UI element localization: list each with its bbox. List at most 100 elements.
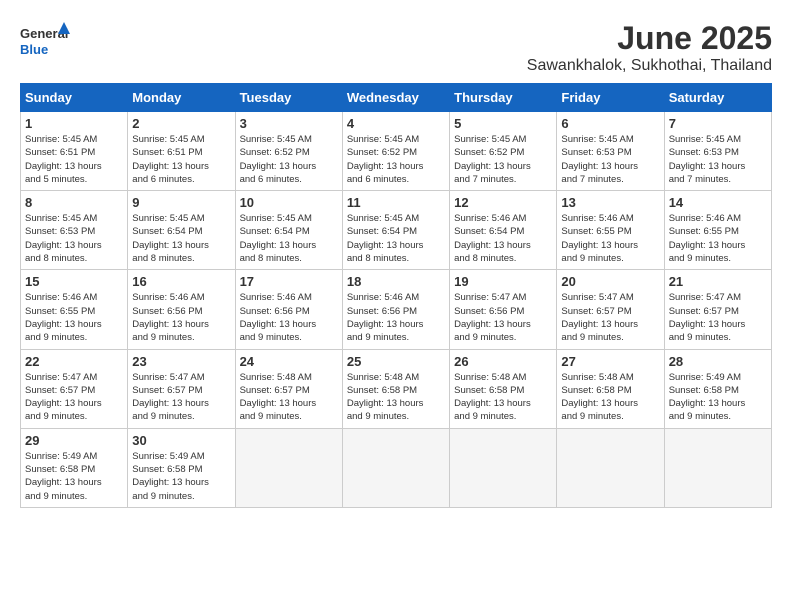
cell-info: Sunrise: 5:46 AM Sunset: 6:55 PM Dayligh… bbox=[25, 291, 123, 344]
week-row-2: 8 Sunrise: 5:45 AM Sunset: 6:53 PM Daylig… bbox=[21, 191, 772, 270]
cal-cell bbox=[557, 428, 664, 507]
cell-info: Sunrise: 5:46 AM Sunset: 6:56 PM Dayligh… bbox=[347, 291, 445, 344]
cell-info: Sunrise: 5:48 AM Sunset: 6:58 PM Dayligh… bbox=[347, 371, 445, 424]
cell-info: Sunrise: 5:49 AM Sunset: 6:58 PM Dayligh… bbox=[669, 371, 767, 424]
day-number: 4 bbox=[347, 116, 445, 131]
day-number: 10 bbox=[240, 195, 338, 210]
day-number: 18 bbox=[347, 274, 445, 289]
day-number: 15 bbox=[25, 274, 123, 289]
calendar-title: June 2025 bbox=[527, 20, 772, 57]
cal-cell: 13 Sunrise: 5:46 AM Sunset: 6:55 PM Dayli… bbox=[557, 191, 664, 270]
week-row-5: 29 Sunrise: 5:49 AM Sunset: 6:58 PM Dayli… bbox=[21, 428, 772, 507]
cal-cell: 16 Sunrise: 5:46 AM Sunset: 6:56 PM Dayli… bbox=[128, 270, 235, 349]
cell-info: Sunrise: 5:45 AM Sunset: 6:54 PM Dayligh… bbox=[347, 212, 445, 265]
cell-info: Sunrise: 5:48 AM Sunset: 6:57 PM Dayligh… bbox=[240, 371, 338, 424]
day-number: 2 bbox=[132, 116, 230, 131]
cal-cell: 9Sunrise: 5:45 AM Sunset: 6:54 PM Daylig… bbox=[128, 191, 235, 270]
cell-info: Sunrise: 5:45 AM Sunset: 6:51 PM Dayligh… bbox=[25, 133, 123, 186]
cell-info: Sunrise: 5:47 AM Sunset: 6:57 PM Dayligh… bbox=[25, 371, 123, 424]
cell-info: Sunrise: 5:46 AM Sunset: 6:56 PM Dayligh… bbox=[240, 291, 338, 344]
cell-info: Sunrise: 5:47 AM Sunset: 6:57 PM Dayligh… bbox=[669, 291, 767, 344]
cell-info: Sunrise: 5:47 AM Sunset: 6:57 PM Dayligh… bbox=[561, 291, 659, 344]
day-header-friday: Friday bbox=[557, 84, 664, 112]
day-number: 23 bbox=[132, 354, 230, 369]
cal-cell bbox=[342, 428, 449, 507]
cal-cell: 21 Sunrise: 5:47 AM Sunset: 6:57 PM Dayli… bbox=[664, 270, 771, 349]
cal-cell: 4 Sunrise: 5:45 AM Sunset: 6:52 PM Daylig… bbox=[342, 112, 449, 191]
cal-cell bbox=[450, 428, 557, 507]
cal-cell bbox=[664, 428, 771, 507]
calendar-table: SundayMondayTuesdayWednesdayThursdayFrid… bbox=[20, 83, 772, 508]
cell-info: Sunrise: 5:47 AM Sunset: 6:57 PM Dayligh… bbox=[132, 371, 230, 424]
day-number: 19 bbox=[454, 274, 552, 289]
day-number: 1 bbox=[25, 116, 123, 131]
day-number: 24 bbox=[240, 354, 338, 369]
cell-info: Sunrise: 5:49 AM Sunset: 6:58 PM Dayligh… bbox=[25, 450, 123, 503]
title-area: June 2025 Sawankhalok, Sukhothai, Thaila… bbox=[527, 20, 772, 75]
cell-info: Sunrise: 5:45 AM Sunset: 6:54 PM Dayligh… bbox=[240, 212, 338, 265]
day-number: 6 bbox=[561, 116, 659, 131]
calendar-subtitle: Sawankhalok, Sukhothai, Thailand bbox=[527, 57, 772, 75]
day-number: 13 bbox=[561, 195, 659, 210]
cell-info: Sunrise: 5:45 AM Sunset: 6:51 PM Dayligh… bbox=[132, 133, 230, 186]
day-number: 21 bbox=[669, 274, 767, 289]
day-number: 9 bbox=[132, 195, 230, 210]
cal-cell: 30 Sunrise: 5:49 AM Sunset: 6:58 PM Dayli… bbox=[128, 428, 235, 507]
cal-cell: 2 Sunrise: 5:45 AM Sunset: 6:51 PM Daylig… bbox=[128, 112, 235, 191]
cell-info: Sunrise: 5:46 AM Sunset: 6:56 PM Dayligh… bbox=[132, 291, 230, 344]
cell-info: Sunrise: 5:46 AM Sunset: 6:55 PM Dayligh… bbox=[669, 212, 767, 265]
cal-cell: 19 Sunrise: 5:47 AM Sunset: 6:56 PM Dayli… bbox=[450, 270, 557, 349]
cal-cell: 15 Sunrise: 5:46 AM Sunset: 6:55 PM Dayli… bbox=[21, 270, 128, 349]
day-number: 8 bbox=[25, 195, 123, 210]
cal-cell: 27Sunrise: 5:48 AM Sunset: 6:58 PM Dayli… bbox=[557, 349, 664, 428]
cell-info: Sunrise: 5:47 AM Sunset: 6:56 PM Dayligh… bbox=[454, 291, 552, 344]
day-header-monday: Monday bbox=[128, 84, 235, 112]
cell-info: Sunrise: 5:46 AM Sunset: 6:55 PM Dayligh… bbox=[561, 212, 659, 265]
cal-cell bbox=[235, 428, 342, 507]
cal-cell: 24 Sunrise: 5:48 AM Sunset: 6:57 PM Dayli… bbox=[235, 349, 342, 428]
day-number: 11 bbox=[347, 195, 445, 210]
day-header-row: SundayMondayTuesdayWednesdayThursdayFrid… bbox=[21, 84, 772, 112]
week-row-1: 1 Sunrise: 5:45 AM Sunset: 6:51 PM Daylig… bbox=[21, 112, 772, 191]
cell-info: Sunrise: 5:46 AM Sunset: 6:54 PM Dayligh… bbox=[454, 212, 552, 265]
cal-cell: 28Sunrise: 5:49 AM Sunset: 6:58 PM Dayli… bbox=[664, 349, 771, 428]
cell-info: Sunrise: 5:45 AM Sunset: 6:52 PM Dayligh… bbox=[347, 133, 445, 186]
cal-cell: 12 Sunrise: 5:46 AM Sunset: 6:54 PM Dayli… bbox=[450, 191, 557, 270]
day-number: 29 bbox=[25, 433, 123, 448]
day-number: 7 bbox=[669, 116, 767, 131]
cell-info: Sunrise: 5:49 AM Sunset: 6:58 PM Dayligh… bbox=[132, 450, 230, 503]
logo: General Blue bbox=[20, 20, 70, 65]
svg-text:Blue: Blue bbox=[20, 42, 48, 57]
cal-cell: 22Sunrise: 5:47 AM Sunset: 6:57 PM Dayli… bbox=[21, 349, 128, 428]
week-row-4: 22Sunrise: 5:47 AM Sunset: 6:57 PM Dayli… bbox=[21, 349, 772, 428]
cal-cell: 11 Sunrise: 5:45 AM Sunset: 6:54 PM Dayli… bbox=[342, 191, 449, 270]
day-header-saturday: Saturday bbox=[664, 84, 771, 112]
day-header-thursday: Thursday bbox=[450, 84, 557, 112]
cell-info: Sunrise: 5:48 AM Sunset: 6:58 PM Dayligh… bbox=[454, 371, 552, 424]
cal-cell: 10 Sunrise: 5:45 AM Sunset: 6:54 PM Dayli… bbox=[235, 191, 342, 270]
logo-svg: General Blue bbox=[20, 20, 70, 65]
cell-info: Sunrise: 5:45 AM Sunset: 6:52 PM Dayligh… bbox=[454, 133, 552, 186]
day-number: 16 bbox=[132, 274, 230, 289]
day-number: 17 bbox=[240, 274, 338, 289]
day-header-sunday: Sunday bbox=[21, 84, 128, 112]
day-number: 5 bbox=[454, 116, 552, 131]
cal-cell: 14Sunrise: 5:46 AM Sunset: 6:55 PM Dayli… bbox=[664, 191, 771, 270]
cell-info: Sunrise: 5:45 AM Sunset: 6:53 PM Dayligh… bbox=[669, 133, 767, 186]
day-number: 3 bbox=[240, 116, 338, 131]
cell-info: Sunrise: 5:45 AM Sunset: 6:53 PM Dayligh… bbox=[25, 212, 123, 265]
day-header-tuesday: Tuesday bbox=[235, 84, 342, 112]
cal-cell: 20 Sunrise: 5:47 AM Sunset: 6:57 PM Dayli… bbox=[557, 270, 664, 349]
cal-cell: 8 Sunrise: 5:45 AM Sunset: 6:53 PM Daylig… bbox=[21, 191, 128, 270]
day-number: 30 bbox=[132, 433, 230, 448]
cal-cell: 23 Sunrise: 5:47 AM Sunset: 6:57 PM Dayli… bbox=[128, 349, 235, 428]
cal-cell: 29 Sunrise: 5:49 AM Sunset: 6:58 PM Dayli… bbox=[21, 428, 128, 507]
cal-cell: 18 Sunrise: 5:46 AM Sunset: 6:56 PM Dayli… bbox=[342, 270, 449, 349]
cell-info: Sunrise: 5:48 AM Sunset: 6:58 PM Dayligh… bbox=[561, 371, 659, 424]
day-header-wednesday: Wednesday bbox=[342, 84, 449, 112]
cal-cell: 17 Sunrise: 5:46 AM Sunset: 6:56 PM Dayli… bbox=[235, 270, 342, 349]
day-number: 12 bbox=[454, 195, 552, 210]
cal-cell: 7 Sunrise: 5:45 AM Sunset: 6:53 PM Daylig… bbox=[664, 112, 771, 191]
day-number: 20 bbox=[561, 274, 659, 289]
cal-cell: 3Sunrise: 5:45 AM Sunset: 6:52 PM Daylig… bbox=[235, 112, 342, 191]
